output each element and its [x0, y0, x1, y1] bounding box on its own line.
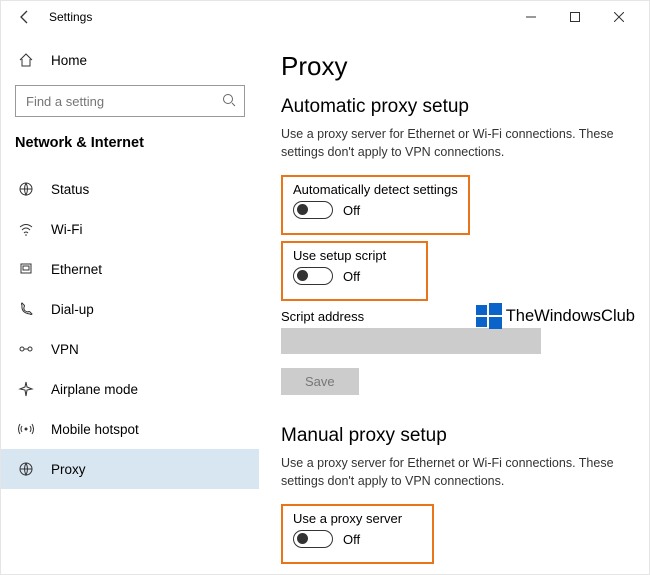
- script-label: Use setup script: [293, 248, 386, 263]
- sidebar-item-status[interactable]: Status: [1, 169, 259, 209]
- proxy-icon: [15, 461, 37, 477]
- highlight-2: Use setup script Off: [281, 241, 428, 301]
- sidebar-item-hotspot[interactable]: Mobile hotspot: [1, 409, 259, 449]
- save-button[interactable]: Save: [281, 368, 359, 395]
- port-label: Port: [471, 572, 571, 574]
- sidebar-item-dialup[interactable]: Dial-up: [1, 289, 259, 329]
- script-address-label: Script address: [281, 309, 627, 324]
- script-state: Off: [343, 269, 360, 284]
- sidebar-nav: Status Wi-Fi Ethernet Dial-up VPN Airpla…: [1, 169, 259, 489]
- vpn-icon: [15, 341, 37, 357]
- sidebar-item-label: Wi-Fi: [51, 222, 82, 237]
- detect-state: Off: [343, 203, 360, 218]
- window-controls: [509, 1, 641, 33]
- use-proxy-label: Use a proxy server: [293, 511, 402, 526]
- use-proxy-toggle[interactable]: [293, 530, 333, 548]
- sidebar-category: Network & Internet: [1, 127, 259, 165]
- window-title: Settings: [49, 10, 92, 24]
- sidebar-item-label: VPN: [51, 342, 79, 357]
- minimize-button[interactable]: [509, 1, 553, 33]
- back-button[interactable]: [9, 1, 41, 33]
- script-toggle[interactable]: [293, 267, 333, 285]
- sidebar-item-airplane[interactable]: Airplane mode: [1, 369, 259, 409]
- home-icon: [15, 52, 37, 68]
- sidebar-search: [15, 85, 245, 117]
- search-input[interactable]: [15, 85, 245, 117]
- status-icon: [15, 181, 37, 197]
- manual-section-title: Manual proxy setup: [281, 425, 627, 447]
- detect-toggle[interactable]: [293, 201, 333, 219]
- sidebar: Home Network & Internet Status Wi-Fi Eth…: [1, 33, 259, 574]
- dialup-icon: [15, 301, 37, 317]
- sidebar-item-label: Proxy: [51, 462, 86, 477]
- detect-label: Automatically detect settings: [293, 182, 458, 197]
- sidebar-item-wifi[interactable]: Wi-Fi: [1, 209, 259, 249]
- sidebar-item-ethernet[interactable]: Ethernet: [1, 249, 259, 289]
- script-address-input[interactable]: [281, 328, 541, 354]
- sidebar-item-label: Mobile hotspot: [51, 422, 139, 437]
- sidebar-item-vpn[interactable]: VPN: [1, 329, 259, 369]
- ethernet-icon: [15, 261, 37, 277]
- hotspot-icon: [15, 421, 37, 437]
- page-title: Proxy: [281, 51, 627, 82]
- auto-section-title: Automatic proxy setup: [281, 96, 627, 118]
- close-button[interactable]: [597, 1, 641, 33]
- sidebar-home[interactable]: Home: [1, 41, 259, 79]
- sidebar-item-label: Dial-up: [51, 302, 94, 317]
- search-icon: [221, 92, 237, 108]
- sidebar-item-label: Status: [51, 182, 89, 197]
- sidebar-item-proxy[interactable]: Proxy: [1, 449, 259, 489]
- airplane-icon: [15, 381, 37, 397]
- sidebar-item-label: Airplane mode: [51, 382, 138, 397]
- maximize-button[interactable]: [553, 1, 597, 33]
- wifi-icon: [15, 221, 37, 237]
- highlight-3: Use a proxy server Off: [281, 504, 434, 564]
- sidebar-home-label: Home: [51, 53, 87, 68]
- auto-section-desc: Use a proxy server for Ethernet or Wi-Fi…: [281, 126, 627, 161]
- manual-section-desc: Use a proxy server for Ethernet or Wi-Fi…: [281, 455, 627, 490]
- highlight-1: Automatically detect settings Off: [281, 175, 470, 235]
- address-label: Address: [281, 572, 431, 574]
- use-proxy-state: Off: [343, 532, 360, 547]
- sidebar-item-label: Ethernet: [51, 262, 102, 277]
- main-panel: Proxy Automatic proxy setup Use a proxy …: [259, 33, 649, 574]
- title-bar: Settings: [1, 1, 649, 33]
